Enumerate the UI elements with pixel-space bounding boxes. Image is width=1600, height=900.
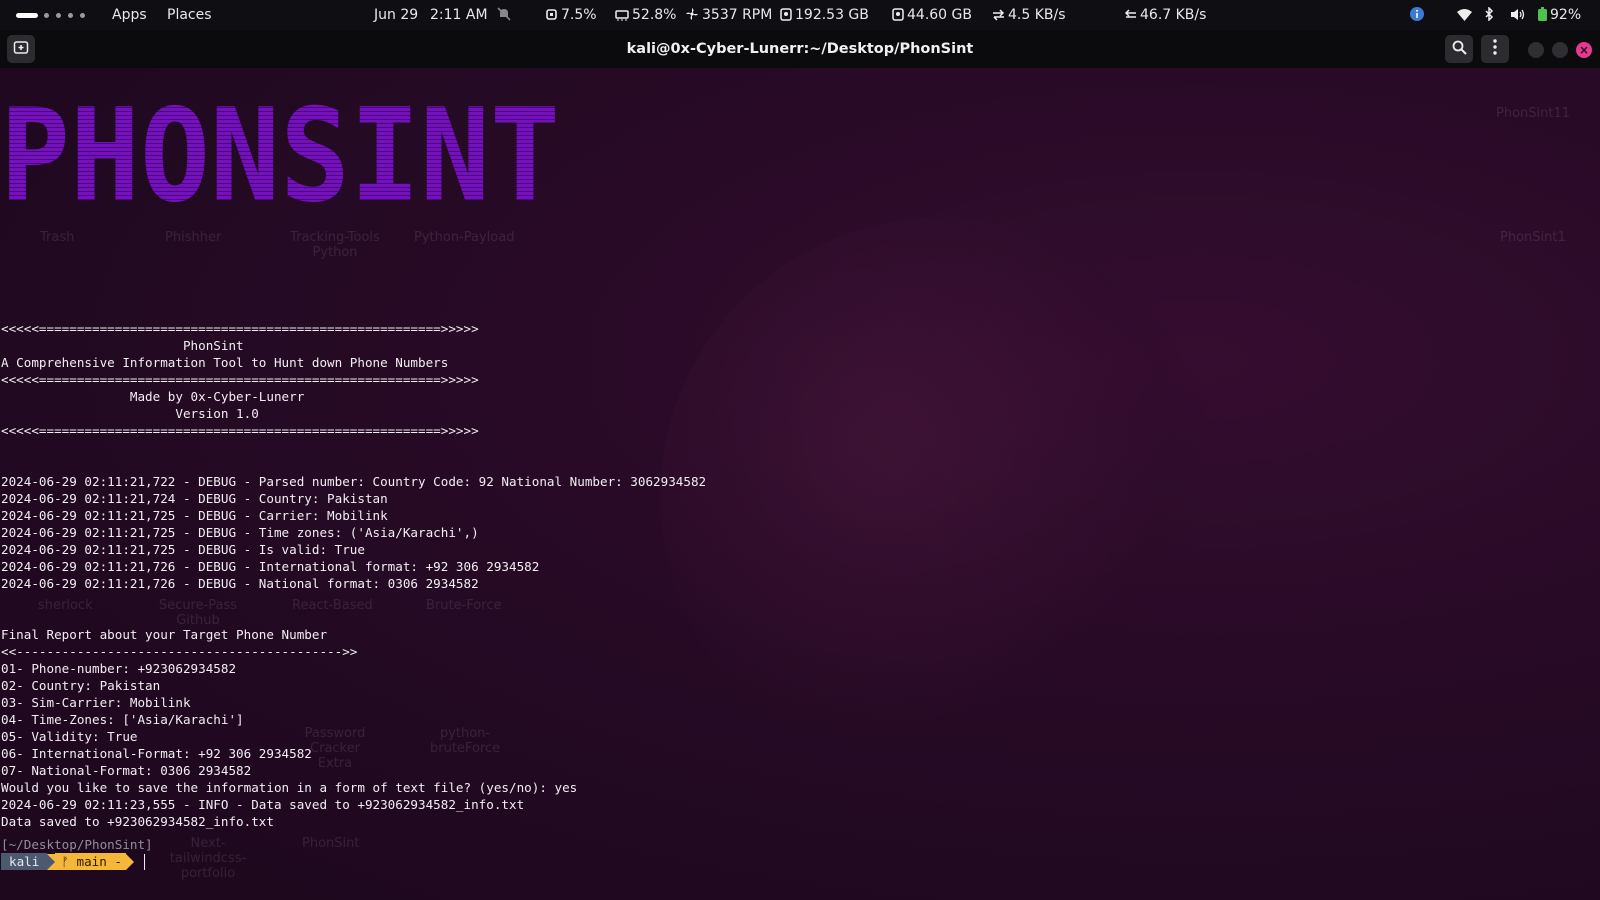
terminal-line: 2024-06-29 02:11:21,725 - DEBUG - Time z… [1,525,479,540]
prompt-separator-icon [47,853,56,870]
desktop-icon-label: python-bruteForce [430,726,501,756]
terminal-line: <<<<<===================================… [1,372,479,387]
workspace-indicator[interactable] [68,13,73,18]
desktop-icon-label: PhonSint [302,836,360,851]
disk-value: 192.53 GB [795,7,869,23]
terminal-body[interactable]: Trash Phishher Tracking-Tools Python Pyt… [0,68,1600,900]
upload-icon [992,7,1008,23]
battery-indicator[interactable]: 92% [1538,0,1581,30]
cpu-value: 7.5% [561,7,597,23]
desktop-icon-label: PhonSint1 [1500,230,1566,245]
terminal-line: <<<<<===================================… [1,423,479,438]
terminal-line: 01- Phone-number: +923062934582 [1,661,237,676]
notifications-off-icon[interactable] [497,0,514,30]
terminal-line: 06- International-Format: +92 306 293458… [1,746,312,761]
terminal-line: 2024-06-29 02:11:21,724 - DEBUG - Countr… [1,491,388,506]
disk-icon [780,7,795,23]
apps-menu[interactable]: Apps [112,0,147,30]
fan-value: 3537 RPM [702,7,773,23]
minimize-button[interactable] [1528,42,1544,58]
terminal-line: <<--------------------------------------… [1,644,358,659]
menu-icon [1493,39,1497,59]
desktop-icon-label: Next-tailwindcss-portfolio [169,836,247,881]
memory-indicator[interactable]: 52.8% [615,0,676,30]
download-icon [1124,7,1140,23]
desktop-icon-label: Phishher [165,230,222,245]
terminal-line: A Comprehensive Information Tool to Hunt… [1,355,449,370]
net-up-value: 4.5 KB/s [1008,7,1066,23]
terminal-line: 2024-06-29 02:11:21,725 - DEBUG - Is val… [1,542,365,557]
terminal-line: 2024-06-29 02:11:23,555 - INFO - Data sa… [1,797,525,812]
terminal-line: 2024-06-29 02:11:21,726 - DEBUG - Nation… [1,576,479,591]
desktop-icon-label: Secure-Pass Github [158,598,238,628]
prompt-path: [~/Desktop/PhonSint] [1,837,153,852]
disk-icon [892,7,907,23]
terminal-titlebar[interactable]: kali@0x-Cyber-Lunerr:~/Desktop/PhonSint … [0,30,1600,68]
cpu-icon [545,7,561,23]
text-cursor [143,853,145,870]
menu-button[interactable] [1481,35,1509,63]
disk-indicator-2[interactable]: 44.60 GB [892,0,972,30]
desktop-icon-label: PhonSint11 [1496,106,1571,121]
terminal-line: Data saved to +923062934582_info.txt [1,814,274,829]
net-down-value: 46.7 KB/s [1140,7,1207,23]
terminal-line: 03- Sim-Carrier: Mobilink [1,695,191,710]
terminal-line: 2024-06-29 02:11:21,722 - DEBUG - Parsed… [1,474,707,489]
places-menu[interactable]: Places [167,0,212,30]
bluetooth-icon[interactable] [1484,0,1497,30]
close-button[interactable]: × [1576,42,1592,58]
workspace-indicator[interactable] [56,13,61,18]
battery-icon [1538,7,1550,23]
desktop-icon-label: React-Based [292,598,373,613]
desktop-icon-label: Trash [40,230,75,245]
fan-icon [685,7,702,23]
disk-indicator[interactable]: 192.53 GB [780,0,869,30]
net-down-indicator[interactable]: 46.7 KB/s [1124,0,1206,30]
memory-icon [615,7,632,23]
wifi-icon[interactable] [1457,0,1475,30]
workspace-indicator[interactable] [44,13,49,18]
cpu-indicator[interactable]: 7.5% [545,0,597,30]
terminal-line: PhonSint [1,338,244,353]
shell-prompt[interactable]: kali ᚠ main - [1,853,145,870]
maximize-button[interactable] [1552,42,1568,58]
window-title: kali@0x-Cyber-Lunerr:~/Desktop/PhonSint [626,41,974,57]
desktop-icon-label: sherlock [38,598,93,613]
memory-value: 52.8% [632,7,677,23]
disk-value: 44.60 GB [907,7,972,23]
prompt-user: kali [1,853,48,870]
terminal-line: 2024-06-29 02:11:21,725 - DEBUG - Carrie… [1,508,388,523]
search-button[interactable] [1445,35,1473,63]
close-icon: × [1578,43,1590,57]
terminal-line: Made by 0x-Cyber-Lunerr [1,389,305,404]
terminal-line: 2024-06-29 02:11:21,726 - DEBUG - Intern… [1,559,540,574]
clock-date[interactable]: Jun 29 [374,0,418,30]
search-icon [1452,40,1467,59]
terminal-line: Would you like to save the information i… [1,780,578,795]
wallpaper-planet [660,218,1220,778]
terminal-line: 07- National-Format: 0306 2934582 [1,763,252,778]
terminal-line: Final Report about your Target Phone Num… [1,627,328,642]
banner-text: PHONSINT [0,104,560,214]
desktop-icon-label: Brute-Force [426,598,502,613]
prompt-separator-icon [125,853,134,870]
workspace-indicator[interactable] [80,13,85,18]
volume-icon[interactable] [1510,0,1528,30]
desktop-icon-label: Python-Payload [414,230,515,245]
net-up-indicator[interactable]: 4.5 KB/s [992,0,1066,30]
info-icon[interactable] [1410,0,1427,30]
fan-indicator[interactable]: 3537 RPM [685,0,772,30]
prompt-git-branch: ᚠ main - [55,853,126,870]
battery-value: 92% [1550,7,1582,23]
phonsint-banner: PHONSINT [0,104,560,214]
terminal-line: <<<<<===================================… [1,321,479,336]
terminal-line: 05- Validity: True [1,729,138,744]
terminal-line: 04- Time-Zones: ['Asia/Karachi'] [1,712,244,727]
workspace-indicator-active[interactable] [16,13,38,18]
clock-time[interactable]: 2:11 AM [430,0,488,30]
terminal-line: 02- Country: Pakistan [1,678,161,693]
terminal-line: Version 1.0 [1,406,259,421]
desktop-icon-label: Tracking-Tools Python [290,230,380,260]
top-panel: Apps Places Jun 29 2:11 AM 7.5% 52.8% 35… [0,0,1600,30]
